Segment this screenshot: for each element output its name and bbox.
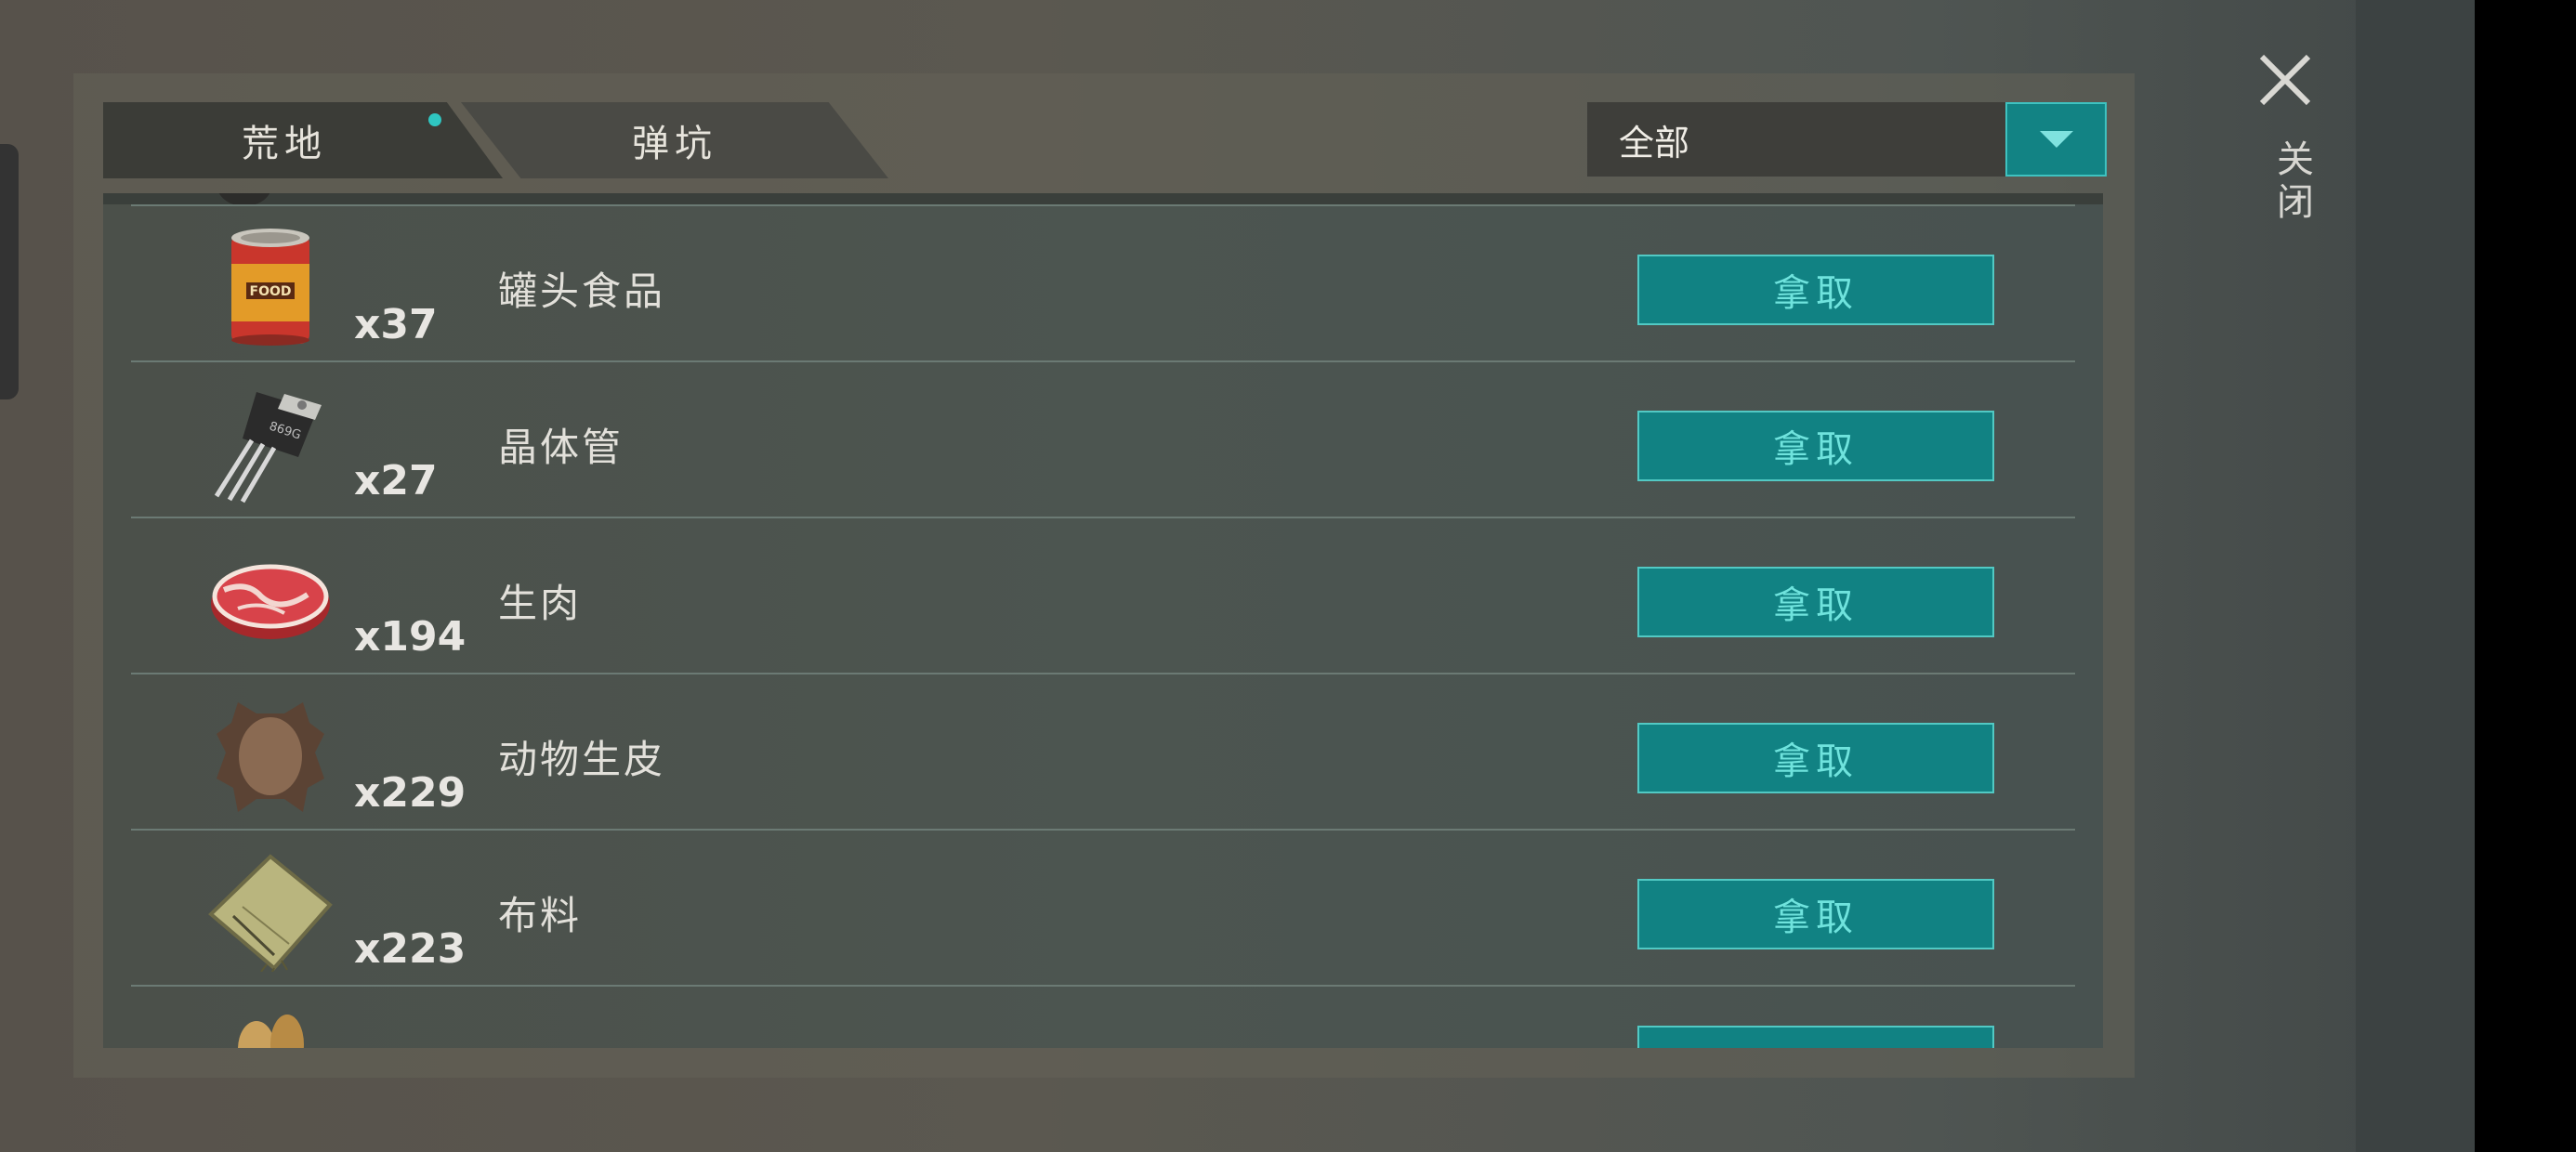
item-name: 罐头食品	[498, 268, 666, 314]
animal-hide-icon	[217, 702, 324, 812]
list-item	[131, 985, 2075, 1048]
side-strip	[2356, 0, 2475, 1152]
list-item: x223 布料 拿取	[131, 829, 2075, 987]
tab-wasteland[interactable]: 荒地	[103, 102, 503, 178]
take-button-partial[interactable]	[1637, 1026, 1994, 1048]
cloth-icon	[208, 854, 333, 972]
close-icon[interactable]	[2256, 51, 2314, 109]
transistor-icon: 869G	[214, 392, 322, 504]
list-item: 869G x27 晶体管 拿取	[131, 360, 2075, 518]
item-quantity: x37	[354, 301, 438, 348]
tab-label: 荒地	[242, 123, 327, 165]
canned-food-icon: FOOD	[231, 229, 309, 346]
svg-text:FOOD: FOOD	[250, 284, 292, 299]
take-button[interactable]: 拿取	[1637, 255, 1994, 325]
item-name: 布料	[498, 893, 583, 938]
left-handle	[0, 144, 19, 399]
screen-edge	[2475, 0, 2576, 1152]
list-item: x229 动物生皮 拿取	[131, 673, 2075, 831]
item-quantity: x223	[354, 925, 467, 973]
item-name: 晶体管	[498, 425, 624, 470]
item-list[interactable]: FOOD x37 罐头食品 拿取 869G x27 晶体管 拿取 x194 生肉…	[103, 193, 2103, 1048]
take-button[interactable]: 拿取	[1637, 567, 1994, 637]
list-item: x194 生肉 拿取	[131, 517, 2075, 674]
item-quantity: x27	[354, 457, 438, 504]
list-top-bar	[103, 193, 2103, 204]
chevron-down-icon	[2039, 131, 2073, 148]
tab-crater[interactable]: 弹坑	[461, 102, 888, 178]
category-filter[interactable]: 全部	[1587, 102, 2107, 177]
item-name: 动物生皮	[498, 737, 666, 782]
partial-item-icon	[238, 1015, 304, 1048]
tab-label: 弹坑	[632, 123, 717, 165]
dropdown-button[interactable]	[2005, 102, 2107, 177]
item-quantity: x229	[354, 769, 467, 817]
close-label[interactable]: 关闭	[2265, 139, 2319, 225]
filter-value: 全部	[1619, 122, 1690, 164]
raw-meat-icon	[211, 564, 330, 639]
notification-dot	[428, 113, 441, 126]
take-button[interactable]: 拿取	[1637, 411, 1994, 481]
take-button[interactable]: 拿取	[1637, 723, 1994, 793]
item-name: 生肉	[498, 581, 583, 626]
item-quantity: x194	[354, 613, 467, 661]
take-button[interactable]: 拿取	[1637, 879, 1994, 949]
list-item: FOOD x37 罐头食品 拿取	[131, 204, 2075, 362]
